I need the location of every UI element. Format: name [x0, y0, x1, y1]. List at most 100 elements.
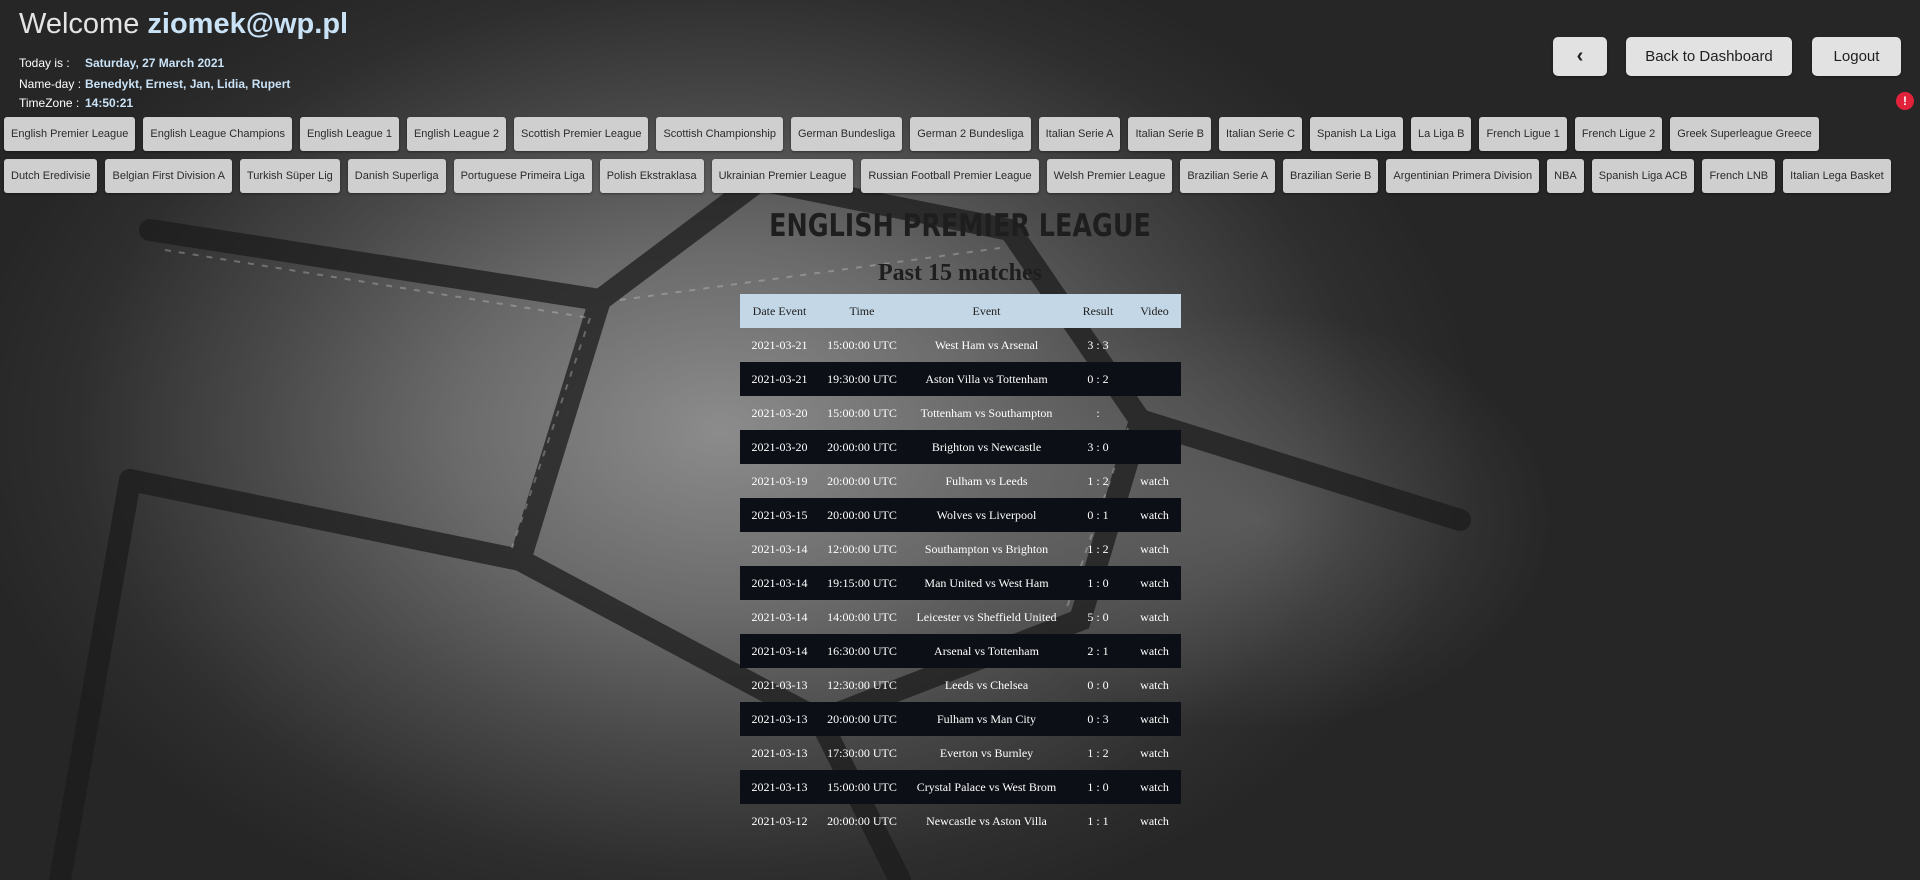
table-row: 2021-03-14 14:00:00 UTC Leicester vs Sheff…	[740, 600, 1181, 634]
league-button[interactable]: French Ligue 1	[1479, 117, 1567, 151]
league-button[interactable]: Italian Lega Basket	[1783, 159, 1891, 193]
table-row: 2021-03-20 15:00:00 UTC Tottenham vs South…	[740, 396, 1181, 430]
league-button[interactable]: Belgian First Division A	[105, 159, 232, 193]
welcome-prefix: Welcome	[19, 8, 140, 40]
league-button[interactable]: Spanish Liga ACB	[1591, 159, 1695, 193]
today-label: Today is :	[19, 56, 70, 70]
league-button[interactable]: Scottish Championship	[656, 117, 783, 151]
league-button[interactable]: English Premier League	[4, 117, 136, 151]
league-button[interactable]: Argentinian Primera Division	[1386, 159, 1540, 193]
league-button[interactable]: Ukrainian Premier League	[711, 159, 854, 193]
alert-icon[interactable]: !	[1896, 92, 1914, 110]
cell-date: 2021-03-12	[751, 813, 808, 828]
league-button[interactable]: Welsh Premier League	[1046, 159, 1173, 193]
cell-result: 3 : 0	[1087, 439, 1109, 454]
watch-link[interactable]: watch	[1128, 712, 1181, 727]
watch-link[interactable]: watch	[1128, 644, 1181, 659]
watch-link[interactable]: watch	[1128, 678, 1181, 693]
watch-link[interactable]: watch	[1128, 780, 1181, 795]
cell-event: Aston Villa vs Tottenham	[925, 371, 1048, 386]
league-button[interactable]: Brazilian Serie A	[1180, 159, 1276, 193]
league-button[interactable]: Scottish Premier League	[513, 117, 649, 151]
matches-table: Date Event Time Event Result Video 2021-…	[740, 294, 1181, 838]
cell-date: 2021-03-15	[751, 507, 808, 522]
cell-time: 17:30:00 UTC	[827, 745, 897, 760]
back-to-dashboard-button[interactable]: Back to Dashboard	[1626, 37, 1792, 76]
today-value: Saturday, 27 March 2021	[85, 56, 225, 70]
table-row: 2021-03-15 20:00:00 UTC Wolves vs Liverpoo…	[740, 498, 1181, 532]
league-button[interactable]: Polish Ekstraklasa	[599, 159, 704, 193]
league-button[interactable]: French Ligue 2	[1574, 117, 1663, 151]
user-email: ziomek@wp.pl	[147, 8, 349, 40]
nameday-value: Benedykt, Ernest, Jan, Lidia, Rupert	[85, 77, 291, 91]
column-header-time: Time	[849, 303, 875, 318]
league-button[interactable]: Portuguese Primeira Liga	[453, 159, 592, 193]
table-row: 2021-03-21 19:30:00 UTC Aston Villa vs Tot…	[740, 362, 1181, 396]
cell-date: 2021-03-14	[751, 541, 808, 556]
watch-link[interactable]: watch	[1128, 542, 1181, 557]
watch-link[interactable]: watch	[1128, 814, 1181, 829]
league-button[interactable]: English League 1	[299, 117, 399, 151]
logout-button[interactable]: Logout	[1812, 37, 1901, 76]
cell-time: 20:00:00 UTC	[827, 507, 897, 522]
nameday-row: Name-day : Benedykt, Ernest, Jan, Lidia, …	[19, 77, 290, 91]
cell-time: 15:00:00 UTC	[827, 779, 897, 794]
cell-event: Fulham vs Man City	[936, 711, 1036, 726]
league-button[interactable]: Russian Football Premier League	[861, 159, 1039, 193]
cell-date: 2021-03-13	[751, 711, 808, 726]
back-arrow-button[interactable]: ‹	[1553, 37, 1607, 76]
cell-result: 0 : 3	[1087, 711, 1109, 726]
timezone-row: TimeZone : 14:50:21	[19, 96, 133, 110]
cell-result: 0 : 2	[1087, 371, 1109, 386]
league-title: ENGLISH PREMIER LEAGUE	[769, 208, 1151, 244]
cell-result: 1 : 0	[1087, 575, 1109, 590]
league-button[interactable]: NBA	[1547, 159, 1584, 193]
cell-time: 20:00:00 UTC	[827, 813, 897, 828]
league-button[interactable]: Brazilian Serie B	[1283, 159, 1379, 193]
cell-result: 0 : 1	[1087, 507, 1109, 522]
cell-date: 2021-03-21	[751, 337, 808, 352]
nameday-label: Name-day :	[19, 77, 82, 91]
league-button[interactable]: Greek Superleague Greece	[1670, 117, 1819, 151]
table-row: 2021-03-14 19:15:00 UTC Man United vs West…	[740, 566, 1181, 600]
cell-date: 2021-03-13	[751, 677, 808, 692]
section-title: Past 15 matches	[878, 260, 1042, 286]
table-row: 2021-03-13 12:30:00 UTC Leeds vs Chelsea 0 …	[740, 668, 1181, 702]
league-button[interactable]: French LNB	[1702, 159, 1776, 193]
cell-time: 15:00:00 UTC	[827, 405, 897, 420]
cell-result: 2 : 1	[1087, 643, 1109, 658]
chevron-left-icon: ‹	[1576, 45, 1584, 67]
league-button[interactable]: English League 2	[406, 117, 506, 151]
league-button[interactable]: English League Champions	[143, 117, 292, 151]
cell-time: 14:00:00 UTC	[827, 609, 897, 624]
cell-date: 2021-03-13	[751, 779, 808, 794]
today-row: Today is : Saturday, 27 March 2021	[19, 56, 224, 70]
cell-event: Wolves vs Liverpool	[936, 507, 1037, 522]
watch-link[interactable]: watch	[1128, 508, 1181, 523]
cell-result: 1 : 2	[1087, 745, 1109, 760]
cell-result: 0 : 0	[1087, 677, 1109, 692]
cell-date: 2021-03-19	[751, 473, 808, 488]
cell-event: Everton vs Burnley	[939, 745, 1034, 760]
column-header-result: Result	[1082, 303, 1114, 318]
table-row: 2021-03-19 20:00:00 UTC Fulham vs Leeds 1 :…	[740, 464, 1181, 498]
league-button[interactable]: Turkish Süper Lig	[239, 159, 340, 193]
timezone-label: TimeZone :	[19, 96, 80, 110]
league-button[interactable]: La Liga B	[1410, 117, 1472, 151]
league-button[interactable]: Italian Serie A	[1038, 117, 1121, 151]
watch-link[interactable]: watch	[1128, 474, 1181, 489]
watch-link[interactable]: watch	[1128, 610, 1181, 625]
league-button[interactable]: German 2 Bundesliga	[910, 117, 1031, 151]
watch-link[interactable]: watch	[1128, 576, 1181, 591]
league-button[interactable]: German Bundesliga	[790, 117, 903, 151]
cell-result: 3 : 3	[1087, 337, 1109, 352]
cell-result: :	[1096, 405, 1100, 420]
table-row: 2021-03-21 15:00:00 UTC West Ham vs Arsena…	[740, 328, 1181, 362]
league-button[interactable]: Danish Superliga	[347, 159, 446, 193]
watch-link[interactable]: watch	[1128, 746, 1181, 761]
league-button[interactable]: Italian Serie B	[1128, 117, 1211, 151]
league-button[interactable]: Italian Serie C	[1218, 117, 1303, 151]
league-button[interactable]: Dutch Eredivisie	[4, 159, 98, 193]
table-row: 2021-03-14 12:00:00 UTC Southampton vs Bri…	[740, 532, 1181, 566]
league-button[interactable]: Spanish La Liga	[1310, 117, 1403, 151]
